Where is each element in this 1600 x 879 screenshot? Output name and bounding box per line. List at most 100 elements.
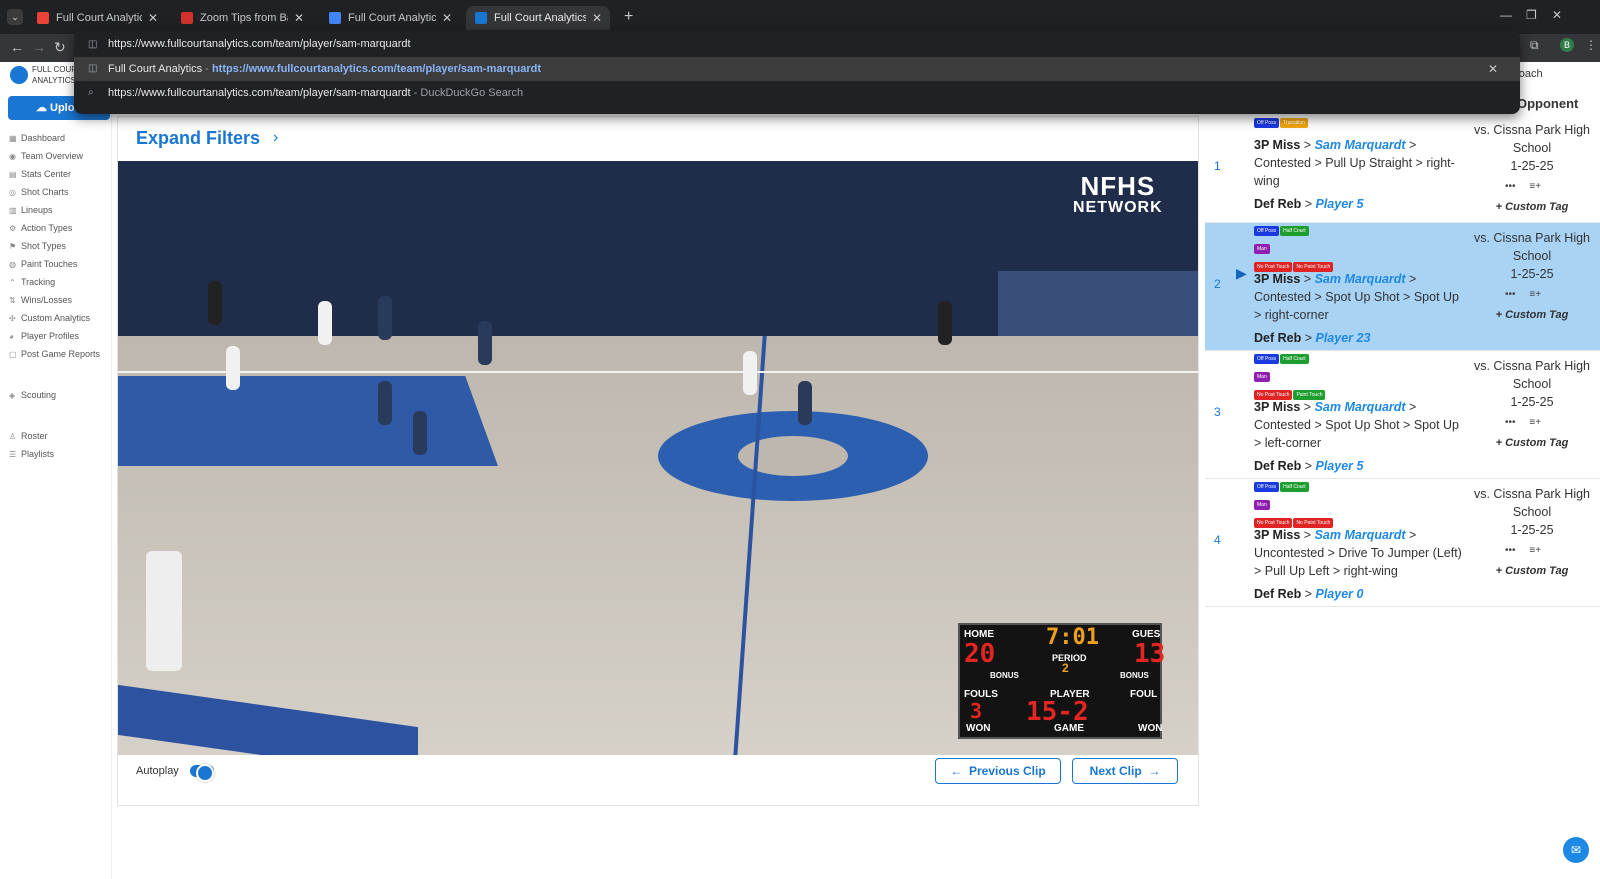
rebounder-link[interactable]: Player 23 <box>1315 331 1370 345</box>
clip-row[interactable]: 2 ▶ Off Poss Half Court Man No Post Touch No P… <box>1205 223 1600 351</box>
custom-tag-button[interactable]: + Custom Tag <box>1467 437 1597 449</box>
add-to-playlist-icon[interactable]: ≡+ <box>1529 417 1541 428</box>
clip-tags: Off Poss Transition <box>1254 118 1454 136</box>
sidebar-item-label: Dashboard <box>21 133 66 143</box>
forward-icon[interactable]: → <box>32 39 46 55</box>
sidebar-item-label: Custom Analytics <box>21 313 91 323</box>
sidebar-item-scouting[interactable]: ◈ Scouting <box>9 390 56 400</box>
sidebar-item-label: Tracking <box>21 277 56 287</box>
autoplay-toggle[interactable] <box>190 764 214 782</box>
tab-title: Full Court Analytics - Calendar <box>348 12 436 24</box>
sidebar-item-shot-types[interactable]: ⚑ Shot Types <box>9 241 66 251</box>
video-player[interactable]: NFHS NETWORK HOME 7:01 GUES 20 PERIOD 2 … <box>118 161 1198 755</box>
address-bar[interactable]: https://www.fullcourtanalytics.com/team/… <box>108 38 411 50</box>
site-info-icon[interactable]: ◫ <box>88 39 97 50</box>
tab-search-icon[interactable]: ⌄ <box>7 9 23 25</box>
sidebar-item-roster[interactable]: ♙ Roster <box>9 431 48 441</box>
opponent-cell: vs. Cissna Park High School 1-25-25 <box>1473 359 1590 409</box>
more-options-icon[interactable]: ••• <box>1505 545 1516 556</box>
sidebar-item-label: Shot Types <box>21 241 66 251</box>
roster-icon: ♙ <box>9 432 17 441</box>
sidebar-item-wins-losses[interactable]: ⇅ Wins/Losses <box>9 295 72 305</box>
opponent-column-header[interactable]: Opponent <box>1517 96 1578 111</box>
expand-filters-button[interactable]: Expand Filters <box>136 128 260 149</box>
custom-tag-button[interactable]: + Custom Tag <box>1467 201 1597 213</box>
rebounder-link[interactable]: Player 5 <box>1315 197 1363 211</box>
close-window-icon[interactable]: ✕ <box>1552 8 1562 22</box>
nfhs-watermark: NFHS NETWORK <box>1073 171 1163 216</box>
shooter-link[interactable]: Sam Marquardt <box>1315 272 1406 286</box>
clip-row[interactable]: 3 Off Poss Half Court Man No Post Touch Paint… <box>1205 351 1600 479</box>
remove-suggestion-icon[interactable]: ✕ <box>1488 57 1498 81</box>
clip-description: 3P Miss > Sam Marquardt > Contested > Sp… <box>1254 272 1459 345</box>
sidebar-item-post-game-reports[interactable]: ▢ Post Game Reports <box>9 349 100 359</box>
sidebar-item-dashboard[interactable]: ▦ Dashboard <box>9 133 65 143</box>
shot-type-icon: ⚑ <box>9 242 17 251</box>
next-clip-button[interactable]: Next Clip → <box>1072 758 1178 784</box>
browser-tabbar: ⌄ Full Court Analytics - BSU Seni ✕ Zoom T… <box>0 0 1600 34</box>
opponent-cell: vs. Cissna Park High School 1-25-25 <box>1473 231 1590 281</box>
close-tab-icon[interactable]: ✕ <box>592 6 602 30</box>
back-icon[interactable]: ← <box>10 39 24 55</box>
clip-row[interactable]: 4 Off Poss Half Court Man No Post Touch No Pa… <box>1205 479 1600 607</box>
sidebar-item-label: Wins/Losses <box>21 295 73 305</box>
add-to-playlist-icon[interactable]: ≡+ <box>1529 545 1541 556</box>
browser-menu-icon[interactable]: ⋮ <box>1585 38 1597 52</box>
chat-icon[interactable]: ✉ <box>1563 837 1589 863</box>
sidebar: FULL COURT ANALYTICS ☁ Upload ▦ Dashboard… <box>0 62 112 879</box>
tag-badge: Off Poss <box>1254 226 1280 236</box>
suggestion-search[interactable]: ⌕ https://www.fullcourtanalytics.com/tea… <box>74 81 1520 105</box>
custom-tag-button[interactable]: + Custom Tag <box>1467 565 1597 577</box>
sidebar-item-shot-charts[interactable]: ◎ Shot Charts <box>9 187 69 197</box>
sidebar-item-label: Action Types <box>21 223 73 233</box>
shooter-link[interactable]: Sam Marquardt <box>1315 528 1406 542</box>
sidebar-item-label: Playlists <box>21 449 55 459</box>
video-panel: Expand Filters › NFHS NETWORK HOME 7:01 … <box>117 116 1199 806</box>
sidebar-item-player-profiles[interactable]: ◕ Player Profiles <box>9 331 79 341</box>
team-icon: ◉ <box>9 152 16 161</box>
tab-favicon-icon <box>181 12 193 24</box>
close-tab-icon[interactable]: ✕ <box>294 6 304 30</box>
add-to-playlist-icon[interactable]: ≡+ <box>1529 181 1541 192</box>
more-options-icon[interactable]: ••• <box>1505 289 1516 300</box>
shooter-link[interactable]: Sam Marquardt <box>1315 138 1406 152</box>
close-tab-icon[interactable]: ✕ <box>442 6 452 30</box>
report-icon: ▢ <box>9 350 17 359</box>
close-tab-icon[interactable]: ✕ <box>148 6 158 30</box>
sidebar-item-playlists[interactable]: ☰ Playlists <box>9 449 54 459</box>
more-options-icon[interactable]: ••• <box>1505 181 1516 192</box>
clip-row[interactable]: 1 Off Poss Transition 3P Miss > Sam Marquar… <box>1205 115 1600 223</box>
sidebar-item-label: Shot Charts <box>21 187 69 197</box>
sidebar-item-label: Post Game Reports <box>21 349 101 359</box>
cloud-upload-icon: ☁ <box>36 102 47 114</box>
chevron-right-icon[interactable]: › <box>273 129 278 147</box>
sidebar-item-paint-touches[interactable]: ◍ Paint Touches <box>9 259 77 269</box>
tag-badge: Man <box>1254 244 1270 254</box>
maximize-icon[interactable]: ❐ <box>1526 8 1537 22</box>
add-to-playlist-icon[interactable]: ≡+ <box>1529 289 1541 300</box>
suggestion-site[interactable]: ◫ Full Court Analytics - https://www.ful… <box>74 57 1520 81</box>
reload-icon[interactable]: ↻ <box>54 39 66 56</box>
extensions-icon[interactable]: ⧉ <box>1530 38 1539 53</box>
sidebar-item-action-types[interactable]: ⚙ Action Types <box>9 223 72 233</box>
previous-clip-button[interactable]: ← Previous Clip <box>935 758 1061 784</box>
sidebar-item-lineups[interactable]: ▥ Lineups <box>9 205 53 215</box>
player-icon: ◕ <box>9 332 14 341</box>
sidebar-item-tracking[interactable]: ⌃ Tracking <box>9 277 55 287</box>
shooter-link[interactable]: Sam Marquardt <box>1315 400 1406 414</box>
rebounder-link[interactable]: Player 5 <box>1315 459 1363 473</box>
profile-avatar[interactable]: B <box>1560 38 1574 52</box>
playlist-icon: ☰ <box>9 450 17 459</box>
rebounder-link[interactable]: Player 0 <box>1315 587 1363 601</box>
minimize-icon[interactable]: — <box>1500 8 1512 22</box>
arrow-left-icon: ← <box>950 764 963 778</box>
more-options-icon[interactable]: ••• <box>1505 417 1516 428</box>
tracking-icon: ⌃ <box>9 278 16 287</box>
clip-number: 2 <box>1214 277 1221 291</box>
custom-tag-button[interactable]: + Custom Tag <box>1467 309 1597 321</box>
sidebar-item-custom-analytics[interactable]: ✣ Custom Analytics <box>9 313 90 323</box>
new-tab-button[interactable]: + <box>624 8 633 26</box>
opponent-cell: vs. Cissna Park High School 1-25-25 <box>1473 487 1590 537</box>
sidebar-item-team-overview[interactable]: ◉ Team Overview <box>9 151 83 161</box>
sidebar-item-stats-center[interactable]: ▤ Stats Center <box>9 169 71 179</box>
